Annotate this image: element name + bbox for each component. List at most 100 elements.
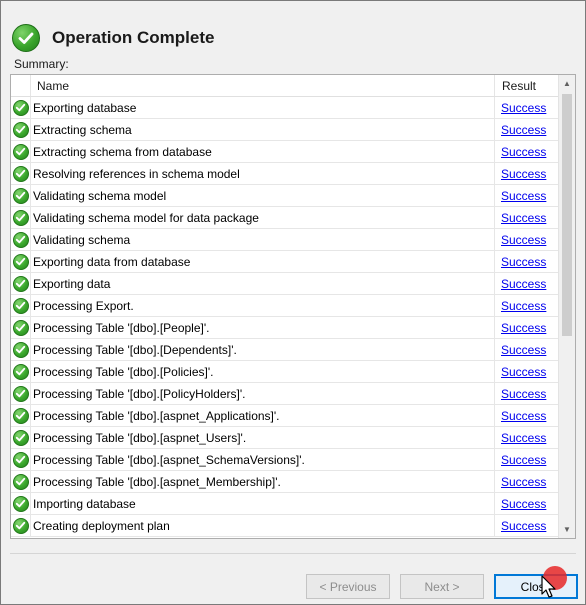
result-link[interactable]: Success (501, 431, 546, 445)
check-circle-icon (12, 429, 29, 446)
result-link[interactable]: Success (501, 519, 546, 533)
list-item[interactable]: Processing Table '[dbo].[aspnet_Users]'.… (11, 427, 559, 449)
result-link[interactable]: Success (501, 211, 546, 225)
check-circle-icon (12, 451, 29, 468)
result-link[interactable]: Success (501, 233, 546, 247)
list-item[interactable]: Processing Table '[dbo].[aspnet_Membersh… (11, 471, 559, 493)
list-item[interactable]: Processing Table '[dbo].[aspnet_SchemaVe… (11, 449, 559, 471)
header-icon-column (11, 75, 31, 96)
check-circle-icon (12, 187, 29, 204)
row-result-cell: Success (495, 207, 559, 228)
result-link[interactable]: Success (501, 343, 546, 357)
row-name: Extracting schema from database (31, 141, 495, 162)
row-result-cell: Success (495, 97, 559, 118)
summary-label: Summary: (14, 57, 69, 71)
dialog-title: Operation Complete (52, 28, 215, 47)
result-link[interactable]: Success (501, 167, 546, 181)
status-cell (11, 339, 31, 360)
status-cell (11, 295, 31, 316)
list-item[interactable]: Creating deployment plan Success (11, 515, 559, 537)
row-name: Creating deployment plan (31, 515, 495, 536)
list-item[interactable]: Validating schema model Success (11, 185, 559, 207)
status-cell (11, 141, 31, 162)
row-result-cell: Success (495, 317, 559, 338)
list-item[interactable]: Exporting database Success (11, 97, 559, 119)
row-name: Resolving references in schema model (31, 163, 495, 184)
row-result-cell: Success (495, 295, 559, 316)
row-name: Processing Table '[dbo].[Policies]'. (31, 361, 495, 382)
list-item[interactable]: Extracting schema from database Success (11, 141, 559, 163)
result-link[interactable]: Success (501, 123, 546, 137)
row-result-cell: Success (495, 515, 559, 536)
result-link[interactable]: Success (501, 145, 546, 159)
list-item[interactable]: Extracting schema Success (11, 119, 559, 141)
row-name: Validating schema model for data package (31, 207, 495, 228)
list-item[interactable]: Processing Table '[dbo].[Dependents]'. Su… (11, 339, 559, 361)
result-link[interactable]: Success (501, 387, 546, 401)
result-link[interactable]: Success (501, 409, 546, 423)
list-item[interactable]: Importing database Success (11, 493, 559, 515)
check-circle-icon (12, 517, 29, 534)
list-item[interactable]: Processing Table '[dbo].[People]'. Succes… (11, 317, 559, 339)
previous-button[interactable]: < Previous (306, 574, 390, 599)
list-item[interactable]: Resolving references in schema model Succ… (11, 163, 559, 185)
row-name: Processing Table '[dbo].[PolicyHolders]'… (31, 383, 495, 404)
result-link[interactable]: Success (501, 255, 546, 269)
list-item[interactable]: Validating schema Success (11, 229, 559, 251)
row-name: Processing Table '[dbo].[Dependents]'. (31, 339, 495, 360)
row-name: Processing Table '[dbo].[aspnet_SchemaVe… (31, 449, 495, 470)
scroll-up-arrow-icon[interactable]: ▲ (559, 75, 575, 92)
row-name: Exporting data (31, 273, 495, 294)
status-cell (11, 383, 31, 404)
check-circle-icon (12, 99, 29, 116)
vertical-scrollbar[interactable]: ▲ ▼ (558, 75, 575, 538)
list-item[interactable]: Processing Table '[dbo].[aspnet_Applicat… (11, 405, 559, 427)
row-result-cell: Success (495, 405, 559, 426)
result-link[interactable]: Success (501, 101, 546, 115)
next-button[interactable]: Next > (400, 574, 484, 599)
row-result-cell: Success (495, 449, 559, 470)
result-link[interactable]: Success (501, 475, 546, 489)
result-link[interactable]: Success (501, 321, 546, 335)
header-result[interactable]: Result (495, 75, 559, 96)
status-cell (11, 361, 31, 382)
row-name: Processing Table '[dbo].[aspnet_Membersh… (31, 471, 495, 492)
result-link[interactable]: Success (501, 365, 546, 379)
status-cell (11, 163, 31, 184)
row-result-cell: Success (495, 383, 559, 404)
row-name: Processing Table '[dbo].[aspnet_Applicat… (31, 405, 495, 426)
row-name: Processing Table '[dbo].[People]'. (31, 317, 495, 338)
row-result-cell: Success (495, 229, 559, 250)
row-result-cell: Success (495, 427, 559, 448)
list-item[interactable]: Exporting data from database Success (11, 251, 559, 273)
status-cell (11, 449, 31, 470)
check-circle-icon (12, 143, 29, 160)
list-item[interactable]: Processing Table '[dbo].[PolicyHolders]'… (11, 383, 559, 405)
list-item[interactable]: Processing Export. Success (11, 295, 559, 317)
result-link[interactable]: Success (501, 189, 546, 203)
scroll-thumb[interactable] (562, 94, 572, 336)
check-circle-icon (12, 297, 29, 314)
result-link[interactable]: Success (501, 497, 546, 511)
scroll-down-arrow-icon[interactable]: ▼ (559, 521, 575, 538)
result-link[interactable]: Success (501, 277, 546, 291)
status-cell (11, 515, 31, 536)
check-circle-icon (12, 319, 29, 336)
footer-divider (10, 553, 576, 554)
result-link[interactable]: Success (501, 299, 546, 313)
status-cell (11, 427, 31, 448)
list-item[interactable]: Exporting data Success (11, 273, 559, 295)
list-item[interactable]: Processing Table '[dbo].[Policies]'. Succ… (11, 361, 559, 383)
row-result-cell: Success (495, 471, 559, 492)
summary-list[interactable]: Name Result Exporting database Success Ext… (10, 74, 576, 539)
row-result-cell: Success (495, 251, 559, 272)
result-link[interactable]: Success (501, 453, 546, 467)
check-circle-icon (12, 231, 29, 248)
list-rows: Exporting database Success Extracting sche… (11, 97, 559, 537)
check-circle-icon (12, 253, 29, 270)
check-circle-icon (12, 275, 29, 292)
list-item[interactable]: Validating schema model for data package… (11, 207, 559, 229)
dialog-window: Operation Complete Summary: Name Result … (0, 0, 586, 605)
row-name: Validating schema (31, 229, 495, 250)
header-name[interactable]: Name (31, 75, 495, 96)
